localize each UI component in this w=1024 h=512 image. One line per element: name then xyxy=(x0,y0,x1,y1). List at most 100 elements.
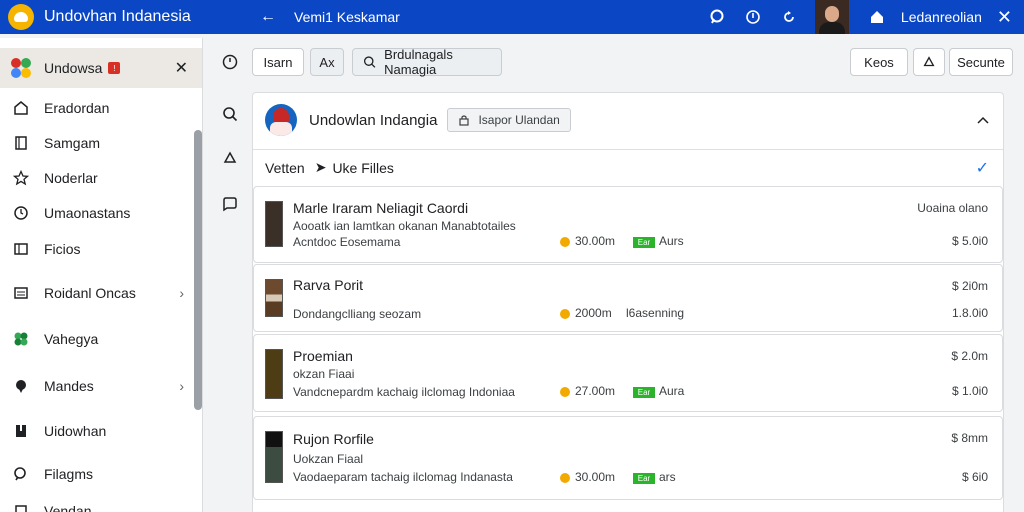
window-title: Vemi1 Keskamar xyxy=(294,9,400,25)
item-subtitle: Uokzan Fiaal xyxy=(293,452,364,466)
item-meta: Acntdoc Eosemama xyxy=(293,235,401,249)
item-tag-label: l6asenning xyxy=(626,306,685,320)
recycle-button[interactable] xyxy=(913,48,945,76)
user-avatar[interactable] xyxy=(814,0,849,34)
close-icon[interactable]: ✕ xyxy=(997,7,1012,28)
item-status: $ 8mm xyxy=(951,431,988,445)
thumbnail xyxy=(265,279,283,317)
clock-icon[interactable] xyxy=(220,52,240,72)
sidebar-item-vahegya[interactable]: Vahegya xyxy=(0,324,196,354)
leaf-icon xyxy=(12,330,30,348)
list-item[interactable]: Proemian okzan Fiaai Vandcnepardm kachai… xyxy=(253,334,1003,412)
item-subtitle: Dondangclliang seozam xyxy=(293,307,422,321)
sidebar-item-mandes[interactable]: Mandes › xyxy=(0,371,196,401)
sidebar-item-filagms[interactable]: Filagms xyxy=(0,459,196,489)
item-title: Marle Iraram Neliagit Caordi xyxy=(293,200,469,216)
sidebar-item-ficios[interactable]: Ficios xyxy=(0,234,196,264)
recycle-icon xyxy=(923,56,935,67)
item-tag-label: ars xyxy=(659,470,676,484)
breadcrumb: Vetten ➤ Uke Filles ✓ xyxy=(253,149,1003,185)
item-title: Rujon Rorfile xyxy=(293,431,374,447)
item-price: $ 5.0i0 xyxy=(951,234,988,248)
breadcrumb-leaf[interactable]: Uke Filles xyxy=(332,160,393,176)
item-subtitle: okzan Fiaai xyxy=(293,367,355,381)
sidebar-header[interactable]: Undowsa ! ✕ xyxy=(0,48,202,88)
breadcrumb-root[interactable]: Vetten xyxy=(265,160,305,176)
star-icon xyxy=(12,169,30,187)
sidebar-item-label: Samgam xyxy=(44,135,101,151)
duration-dot xyxy=(560,473,570,483)
chevron-right-icon: › xyxy=(179,378,184,394)
sidebar-item-umaonastans[interactable]: Umaonastans xyxy=(0,198,196,228)
search-icon xyxy=(363,56,376,68)
sidebar-item-noderlar[interactable]: Noderlar xyxy=(0,163,196,193)
chevron-up-icon[interactable] xyxy=(975,112,991,128)
sidebar-item-label: Uidowhan xyxy=(44,423,107,439)
sidebar-item-label: Ficios xyxy=(44,241,81,257)
sidebar-item-label: Roidanl Oncas xyxy=(44,285,136,301)
sidebar-item-roidanl-oncas[interactable]: Roidanl Oncas › xyxy=(0,278,196,308)
check-icon[interactable]: ✓ xyxy=(976,158,989,178)
keos-button[interactable]: Keos xyxy=(850,48,908,76)
app-logo xyxy=(8,4,34,30)
tag-icon xyxy=(12,502,30,512)
list-item[interactable]: Marle Iraram Neliagit Caordi Aooatk ian … xyxy=(253,186,1003,263)
import-chip[interactable]: Isapor Ulandan xyxy=(447,108,571,132)
thumbnail xyxy=(265,201,283,247)
top-bar: Undovhan Indanesia ← Vemi1 Keskamar Leda… xyxy=(0,0,1024,34)
refresh-icon[interactable] xyxy=(781,9,797,25)
panel-title: Undowlan Indangia xyxy=(309,111,438,129)
sidebar-item-uidowhan[interactable]: Uidowhan xyxy=(0,416,196,446)
apps-icon xyxy=(11,58,31,78)
item-duration: 30.00m xyxy=(575,470,616,484)
arrow-left-icon[interactable]: ← xyxy=(260,8,280,26)
sidebar: Undowsa ! ✕ Eradordan Samgam Noderlar Um… xyxy=(0,38,203,512)
search-icon[interactable] xyxy=(220,104,240,124)
sidebar-item-eradordan[interactable]: Eradordan xyxy=(0,93,196,123)
file-panel: Undowlan Indangia Isapor Ulandan Vetten … xyxy=(252,92,1004,512)
item-meta: Vandcnepardm kachaig ilclomag Indoniaa xyxy=(293,385,515,399)
recycle-icon[interactable] xyxy=(220,148,240,168)
secunte-button[interactable]: Secunte xyxy=(949,48,1013,76)
app-title: Undovhan Indanesia xyxy=(44,8,191,25)
sidebar-item-samgam[interactable]: Samgam xyxy=(0,128,196,158)
home-icon[interactable] xyxy=(869,9,885,25)
sidebar-scrollbar[interactable] xyxy=(194,130,202,410)
pin-icon xyxy=(12,377,30,395)
sidebar-header-label: Undowsa xyxy=(44,60,103,76)
chevron-right-icon: › xyxy=(179,285,184,301)
channel-avatar xyxy=(265,104,297,136)
item-tag: Ear xyxy=(633,237,655,248)
item-tag: Ear xyxy=(633,387,655,398)
duration-dot xyxy=(560,387,570,397)
item-price: 1.8.0i0 xyxy=(951,306,988,320)
list-item[interactable]: Rarva Porit Dondangclliang seozam $ 2i0m… xyxy=(253,264,1003,332)
item-title: Rarva Porit xyxy=(293,277,364,293)
search-field[interactable]: Brdulnagals Namagia xyxy=(352,47,502,77)
import-chip-label: Isapor Ulandan xyxy=(478,113,560,127)
isarn-button[interactable]: Isarn xyxy=(252,48,304,76)
ax-button[interactable]: Ax xyxy=(310,48,344,76)
bookmark-icon xyxy=(12,422,30,440)
item-meta: Vaodaeparam tachaig ilclomag Indanasta xyxy=(293,470,513,484)
sidebar-item-label: Noderlar xyxy=(44,170,98,186)
item-status: $ 2i0m xyxy=(951,279,988,293)
info-icon[interactable] xyxy=(745,9,761,25)
sidebar-item-label: Filagms xyxy=(44,466,94,482)
item-status: $ 2.0m xyxy=(951,349,988,363)
sidebar-item-label: Vahegya xyxy=(44,331,99,347)
sidebar-item-vendan[interactable]: Vendan xyxy=(0,496,196,512)
home-icon xyxy=(12,99,30,117)
item-price: $ 6i0 xyxy=(961,470,988,484)
item-duration: 2000m xyxy=(575,306,612,320)
clock-icon xyxy=(12,204,30,222)
close-icon[interactable]: ✕ xyxy=(175,58,188,78)
item-tag-label: Aura xyxy=(659,384,685,398)
item-price: $ 1.0i0 xyxy=(951,384,988,398)
panel-header: Undowlan Indangia Isapor Ulandan xyxy=(253,93,1003,147)
list-item[interactable]: Rujon Rorfile Uokzan Fiaal Vaodaeparam t… xyxy=(253,416,1003,500)
sidebar-item-label: Mandes xyxy=(44,378,94,394)
chat-icon[interactable] xyxy=(709,9,725,25)
message-icon[interactable] xyxy=(220,194,240,214)
duration-dot xyxy=(560,237,570,247)
